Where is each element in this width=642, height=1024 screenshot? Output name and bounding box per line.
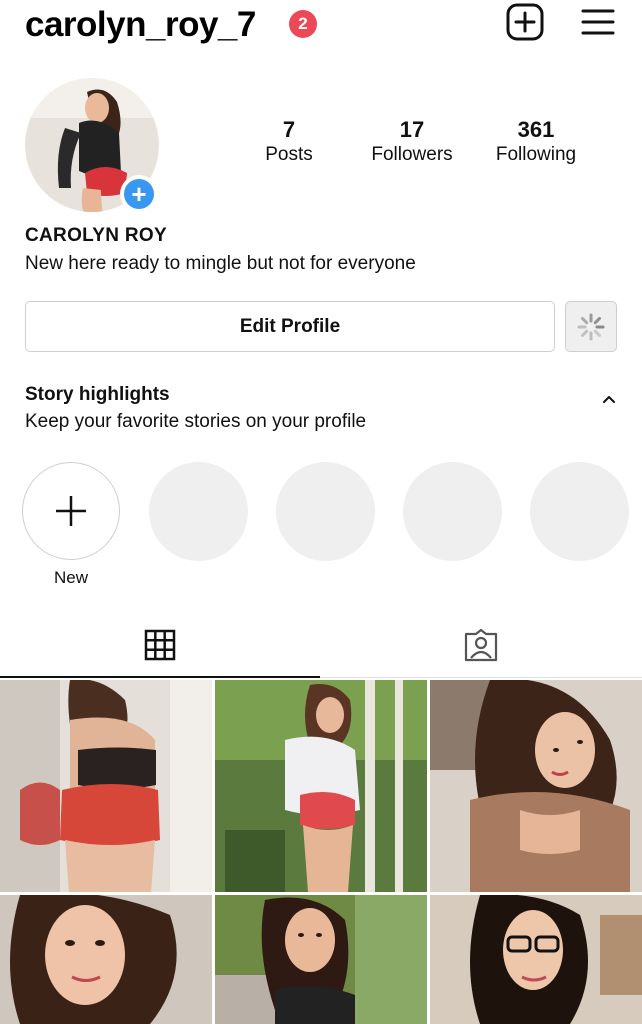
tab-tagged[interactable] xyxy=(320,612,642,678)
following-count[interactable]: 361 Following xyxy=(481,117,591,167)
followers-label: Followers xyxy=(371,144,453,165)
discover-people-button[interactable] xyxy=(565,301,617,352)
grid-icon xyxy=(144,629,176,661)
following-label: Following xyxy=(495,144,577,165)
post-thumbnail[interactable] xyxy=(430,680,642,892)
story-highlights-title: Story highlights xyxy=(25,384,170,405)
posts-label: Posts xyxy=(265,144,313,165)
new-highlight-label: New xyxy=(53,568,88,587)
active-tab-indicator xyxy=(0,676,320,678)
following-value: 361 xyxy=(517,117,555,142)
post-thumbnail[interactable] xyxy=(0,680,212,892)
plus-icon: + xyxy=(124,179,154,209)
notification-badge[interactable]: 2 xyxy=(289,10,317,38)
tab-posts-grid[interactable] xyxy=(0,612,320,678)
tab-divider xyxy=(320,677,642,678)
story-highlights-subtitle: Keep your favorite stories on your profi… xyxy=(25,411,367,432)
highlight-placeholder xyxy=(530,462,629,561)
loading-spinner-icon xyxy=(577,313,605,340)
highlight-placeholder xyxy=(276,462,375,561)
new-post-icon[interactable] xyxy=(506,3,544,41)
profile-bio: New here ready to mingle but not for eve… xyxy=(25,253,416,274)
profile-full-name: CAROLYN ROY xyxy=(25,225,167,246)
plus-icon xyxy=(56,496,86,526)
tagged-person-icon xyxy=(464,628,498,662)
profile-username[interactable]: carolyn_roy_7 xyxy=(25,4,256,46)
posts-count[interactable]: 7 Posts xyxy=(234,117,344,167)
followers-count[interactable]: 17 Followers xyxy=(357,117,467,167)
post-thumbnail[interactable] xyxy=(215,680,427,892)
highlight-placeholder xyxy=(403,462,502,561)
hamburger-menu-icon[interactable] xyxy=(580,8,616,36)
chevron-up-icon[interactable] xyxy=(598,390,620,408)
post-thumbnail[interactable] xyxy=(430,895,642,1024)
followers-value: 17 xyxy=(399,117,425,142)
highlight-placeholder xyxy=(149,462,248,561)
new-highlight-button[interactable] xyxy=(22,462,120,560)
edit-profile-button[interactable]: Edit Profile xyxy=(25,301,555,352)
post-thumbnail[interactable] xyxy=(215,895,427,1024)
post-thumbnail[interactable] xyxy=(0,895,212,1024)
add-story-button[interactable]: + xyxy=(120,175,158,213)
posts-value: 7 xyxy=(282,117,296,142)
